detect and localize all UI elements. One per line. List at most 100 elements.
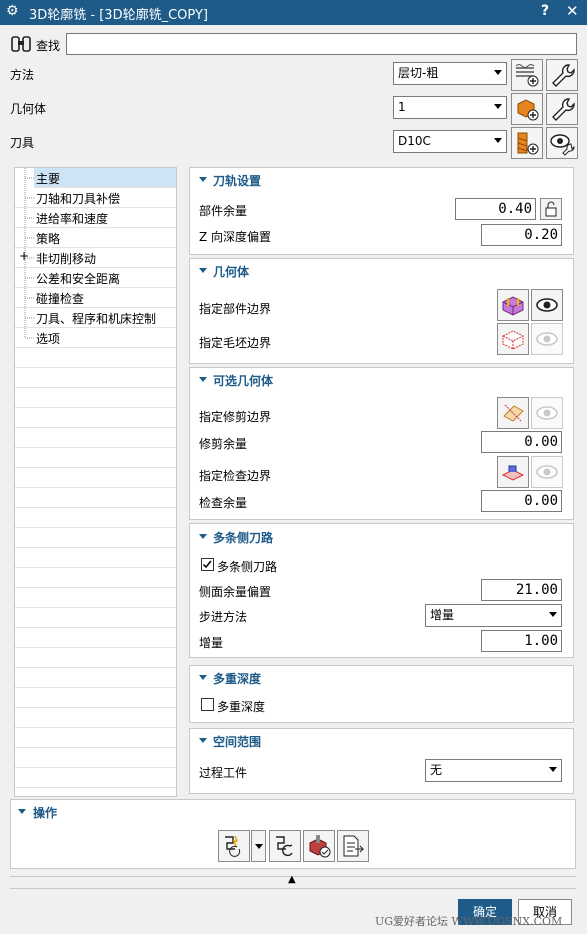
new-geometry-icon <box>517 99 539 121</box>
expand-icon[interactable]: + <box>19 249 29 263</box>
wrench-icon <box>552 64 575 87</box>
method-label: 方法 <box>10 68 35 82</box>
multiple-depth-header[interactable]: 多重深度 <box>213 670 261 687</box>
specify-check-boundary-button[interactable] <box>497 456 529 488</box>
chevron-down-icon <box>494 104 502 109</box>
toolpath-settings-header[interactable]: 刀轨设置 <box>213 172 261 189</box>
verify-button[interactable] <box>303 830 335 862</box>
new-tool-button[interactable] <box>511 127 543 159</box>
tree-item-main[interactable]: 主要 <box>34 168 176 188</box>
multiple-depth-checkbox[interactable] <box>201 698 214 711</box>
trim-boundary-label: 指定修剪边界 <box>199 410 272 424</box>
specify-trim-boundary-button[interactable] <box>497 397 529 429</box>
eye-icon <box>536 332 558 346</box>
chevron-down-icon <box>494 70 502 75</box>
collapse-triangle-icon[interactable] <box>199 177 207 182</box>
tree-empty-row <box>15 528 176 548</box>
find-input[interactable] <box>66 33 577 55</box>
geometry-header[interactable]: 几何体 <box>213 263 249 280</box>
new-geometry-button[interactable] <box>511 93 543 125</box>
multiple-passes-label: 多条侧刀路 <box>217 560 278 574</box>
specify-blank-boundary-button[interactable] <box>497 323 529 355</box>
collapse-triangle-icon[interactable] <box>199 377 207 382</box>
part-boundary-label: 指定部件边界 <box>199 302 272 316</box>
display-blank-boundary-button[interactable] <box>531 323 563 355</box>
watermark-text: UG爱好者论坛 WWW.UGSNX.COM <box>375 915 563 928</box>
part-stock-input[interactable]: 0.40 <box>455 198 536 220</box>
multiple-depth-label: 多重深度 <box>217 700 266 714</box>
tree-empty-row <box>15 368 176 388</box>
tree-item-tool-axis[interactable]: 刀轴和刀具补偿 <box>15 188 176 208</box>
edit-method-button[interactable] <box>546 59 578 91</box>
part-stock-label: 部件余量 <box>199 204 248 218</box>
find-label: 查找 <box>36 39 61 53</box>
tree-item-non-cutting[interactable]: + 非切削移动 <box>15 248 176 268</box>
tree-item-strategy[interactable]: 策略 <box>15 228 176 248</box>
close-icon[interactable]: ✕ <box>566 2 579 20</box>
display-trim-boundary-button[interactable] <box>531 397 563 429</box>
collapse-arrow-icon[interactable]: ▲ <box>288 874 296 885</box>
display-check-boundary-button[interactable] <box>531 456 563 488</box>
check-stock-input[interactable]: 0.00 <box>481 490 562 512</box>
increment-input[interactable]: 1.00 <box>481 630 562 652</box>
collapse-triangle-icon[interactable] <box>199 738 207 743</box>
trim-stock-input[interactable]: 0.00 <box>481 431 562 453</box>
multiple-passes-checkbox[interactable] <box>201 558 214 571</box>
actions-header[interactable]: 操作 <box>33 804 57 821</box>
help-icon[interactable]: ? <box>541 3 549 19</box>
check-stock-label: 检查余量 <box>199 496 248 510</box>
tree-empty-row <box>15 508 176 528</box>
chevron-down-icon <box>494 138 502 143</box>
step-method-dropdown[interactable]: 增量 <box>425 604 562 627</box>
collapse-triangle-icon[interactable] <box>199 534 207 539</box>
generate-icon <box>225 835 241 857</box>
part-boundary-icon <box>502 296 524 316</box>
gear-icon[interactable]: ⚙ <box>6 3 19 19</box>
trim-stock-label: 修剪余量 <box>199 437 248 451</box>
multiple-passes-header[interactable]: 多条侧刀路 <box>213 529 273 546</box>
edit-tool-button[interactable] <box>546 127 578 159</box>
replay-button[interactable] <box>269 830 301 862</box>
geometry-dropdown[interactable]: 1 <box>393 96 507 119</box>
collapse-triangle-icon[interactable] <box>199 268 207 273</box>
tree-empty-row <box>15 608 176 628</box>
tree-empty-row <box>15 708 176 728</box>
specify-part-boundary-button[interactable] <box>497 289 529 321</box>
optional-geometry-header[interactable]: 可选几何体 <box>213 372 273 389</box>
tree-empty-row <box>15 648 176 668</box>
replay-icon <box>276 836 293 857</box>
geometry-label: 几何体 <box>10 102 47 116</box>
list-button[interactable] <box>337 830 369 862</box>
edit-geometry-button[interactable] <box>546 93 578 125</box>
side-offset-input[interactable]: 21.00 <box>481 579 562 601</box>
spatial-range-header[interactable]: 空间范围 <box>213 733 261 750</box>
tree-empty-row <box>15 348 176 368</box>
tree-empty-row <box>15 628 176 648</box>
tree-item-options[interactable]: 选项 <box>15 328 176 348</box>
in-process-dropdown[interactable]: 无 <box>425 759 562 782</box>
chevron-down-icon <box>549 767 557 772</box>
tree-item-machine-control[interactable]: 刀具、程序和机床控制 <box>15 308 176 328</box>
chevron-down-icon <box>255 844 263 849</box>
tree-item-feeds[interactable]: 进给率和速度 <box>15 208 176 228</box>
collapse-triangle-icon[interactable] <box>199 675 207 680</box>
trim-boundary-icon <box>503 404 524 422</box>
display-part-boundary-button[interactable] <box>531 289 563 321</box>
new-method-button[interactable] <box>511 59 543 91</box>
z-offset-input[interactable]: 0.20 <box>481 224 562 246</box>
tool-value: D10C <box>398 134 431 148</box>
method-dropdown[interactable]: 层切-粗 <box>393 62 507 85</box>
tree-empty-row <box>15 428 176 448</box>
generate-options-button[interactable] <box>251 830 266 862</box>
check-boundary-icon <box>501 465 525 481</box>
tree-item-collision[interactable]: 碰撞检查 <box>15 288 176 308</box>
in-process-value: 无 <box>430 763 443 777</box>
tree-empty-row <box>15 588 176 608</box>
generate-button[interactable] <box>218 830 250 862</box>
tool-dropdown[interactable]: D10C <box>393 130 507 153</box>
list-output-icon <box>343 835 365 857</box>
collapse-triangle-icon[interactable] <box>18 809 26 814</box>
tree-item-tolerance[interactable]: 公差和安全距离 <box>15 268 176 288</box>
chevron-down-icon <box>549 612 557 617</box>
lock-button[interactable] <box>540 198 562 220</box>
